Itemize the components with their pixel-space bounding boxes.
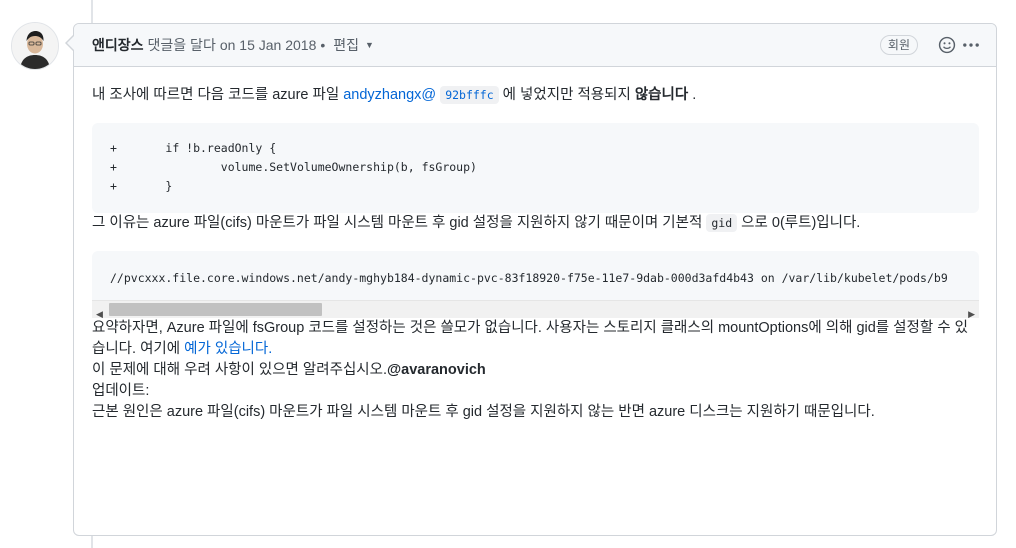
code-block-mount: //pvcxxx.file.core.windows.net/andy-mghy… (110, 271, 948, 285)
paragraph-5: 근본 원인은 azure 파일(cifs) 마운트가 파일 시스템 마운트 후 … (92, 404, 875, 420)
scrollbar-thumb[interactable] (109, 303, 322, 316)
smiley-icon[interactable] (938, 36, 956, 54)
example-link[interactable]: 예가 있습니다. (184, 341, 272, 357)
paragraph-4: 이 문제에 대해 우려 사항이 있으면 알려주십시오.@avaranovich (92, 360, 979, 381)
paragraph-5-title: 업데이트: (92, 383, 150, 399)
edited-label: 편집 (333, 37, 360, 53)
mention-avaranovich[interactable]: @avaranovich (387, 362, 486, 378)
comment-body: 내 조사에 따르면 다음 코드를 azure 파일 andyzhangx@ 92… (74, 67, 996, 423)
p2-suffix: 으로 0(루트)입니다. (737, 215, 861, 231)
p1-text: 내 조사에 따르면 다음 코드를 azure 파일 (92, 87, 344, 103)
scroll-left-icon[interactable]: ◀ (96, 304, 103, 325)
p2-text: 그 이유는 azure 파일(cifs) 마운트가 파일 시스템 마운트 후 g… (92, 215, 707, 231)
kebab-horizontal-icon[interactable] (962, 36, 980, 54)
p1-mid-text: 에 넣었지만 적용되지 (498, 87, 635, 103)
user-mention-link[interactable]: andyzhangx@ (343, 87, 436, 103)
edited-dropdown[interactable]: 편집 ▼ (333, 35, 374, 55)
scroll-right-icon[interactable]: ▶ (968, 304, 975, 325)
paragraph-2: 그 이유는 azure 파일(cifs) 마운트가 파일 시스템 마운트 후 g… (92, 213, 979, 234)
comment-box: 앤디장스 댓글을 달다 on 15 Jan 2018 • 편집 ▼ 회원 내 조… (73, 23, 997, 536)
chevron-down-icon: ▼ (365, 40, 374, 50)
inline-code-gid: gid (706, 214, 738, 232)
comment-caret-inner (67, 36, 74, 50)
paragraph-3: 요약하자면, Azure 파일에 fsGroup 코드를 설정하는 것은 쓸모가… (92, 318, 979, 360)
code-block: + if !b.readOnly { + volume.SetVolumeOwn… (92, 123, 979, 213)
p4-text: 이 문제에 대해 우려 사항이 있으면 알려주십시오. (92, 362, 387, 378)
paragraph-1: 내 조사에 따르면 다음 코드를 azure 파일 andyzhangx@ 92… (92, 85, 979, 106)
commit-link[interactable]: 92bfffc (440, 86, 499, 104)
avatar[interactable] (11, 22, 59, 70)
comment-action: 댓글을 달다 (147, 37, 216, 53)
p1-strong: 않습니다 (634, 87, 689, 103)
user-avatar-icon (12, 23, 58, 69)
p1-suffix: . (688, 87, 697, 103)
comment-author[interactable]: 앤디장스 (92, 35, 144, 55)
bullet-separator: • (320, 37, 326, 53)
member-badge: 회원 (879, 35, 918, 55)
code-scroll-container: //pvcxxx.file.core.windows.net/andy-mghy… (92, 251, 979, 300)
comment-header: 앤디장스 댓글을 달다 on 15 Jan 2018 • 편집 ▼ 회원 (74, 24, 996, 67)
horizontal-scrollbar[interactable]: ◀ ▶ (92, 300, 979, 319)
comment-date[interactable]: on 15 Jan 2018 (220, 37, 317, 53)
